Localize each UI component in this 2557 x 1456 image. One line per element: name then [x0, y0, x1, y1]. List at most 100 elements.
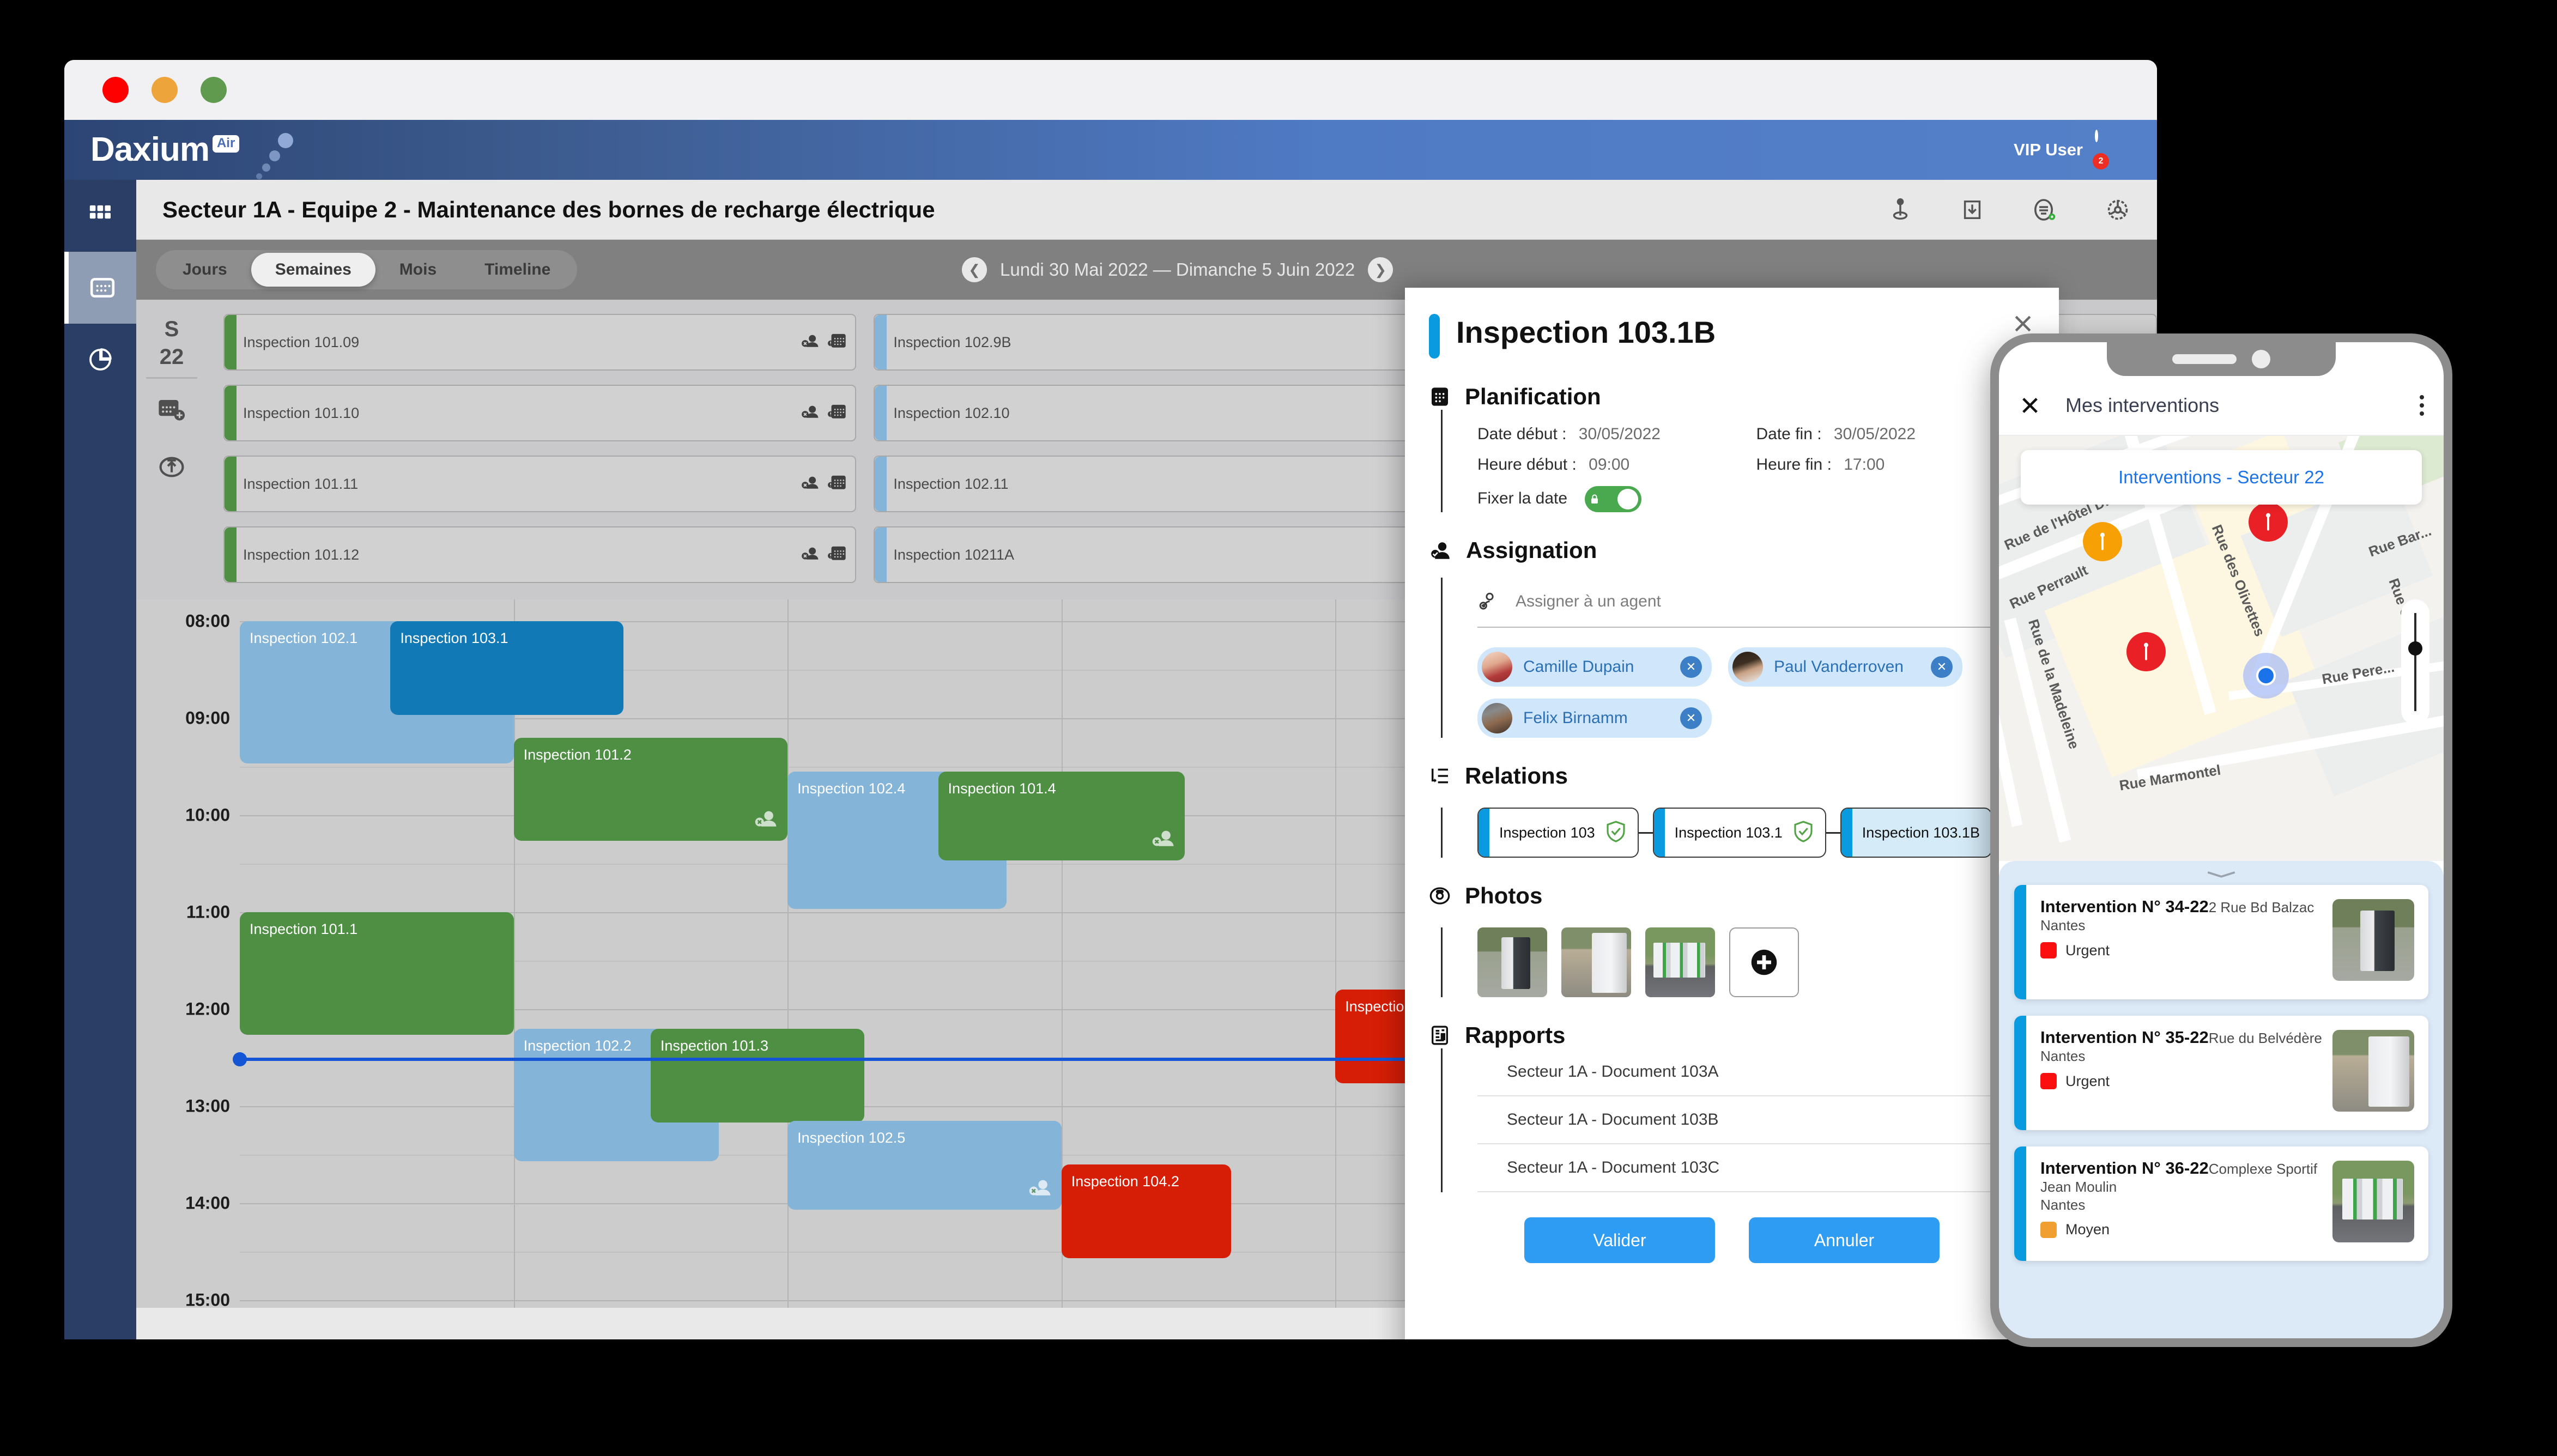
fixer-date-toggle[interactable]: [1585, 486, 1642, 512]
heure-fin-label: Heure fin :: [1756, 456, 1832, 474]
photo-thumbnail[interactable]: [1645, 927, 1715, 997]
tab-semaines[interactable]: Semaines: [251, 253, 375, 287]
date-debut-label: Date début :: [1477, 425, 1567, 443]
calendar-warning-icon: [828, 545, 846, 565]
tab-jours[interactable]: Jours: [159, 253, 251, 287]
chevron-left-icon[interactable]: ❮: [962, 257, 987, 282]
event-label: Inspection 101.3: [660, 1037, 768, 1054]
tab-mois[interactable]: Mois: [375, 253, 460, 287]
map-pin-marker[interactable]: [2126, 632, 2166, 671]
unscheduled-card[interactable]: Inspection 101.12: [223, 526, 857, 583]
more-vertical-icon[interactable]: [2420, 395, 2424, 416]
intervention-thumbnail[interactable]: [2332, 899, 2414, 981]
gear-icon[interactable]: [2105, 197, 2131, 223]
calendar-event[interactable]: Inspection 101.3: [650, 1028, 864, 1123]
section-planification: Planification Date début : 30/05/2022 He…: [1405, 384, 2059, 512]
shield-check-icon: [1792, 820, 1814, 846]
sheet-handle[interactable]: [2204, 870, 2238, 878]
map-zoom-slider[interactable]: [2401, 599, 2429, 725]
map-pin-marker[interactable]: [2083, 522, 2122, 561]
report-row[interactable]: Secteur 1A - Document 103B: [1477, 1096, 2035, 1144]
calendar-event[interactable]: Inspection 101.1: [240, 912, 514, 1035]
calendar-event[interactable]: Inspection 101.2: [513, 737, 788, 841]
heure-fin-value[interactable]: 17:00: [1844, 456, 1885, 474]
tab-timeline[interactable]: Timeline: [460, 253, 574, 287]
sidebar-item-apps[interactable]: [64, 180, 136, 252]
calendar-event[interactable]: Inspection 101.4: [938, 771, 1185, 860]
download-icon[interactable]: [1960, 197, 1985, 222]
app-logo[interactable]: Daxium Air: [64, 133, 240, 167]
report-row[interactable]: Secteur 1A - Document 103A: [1477, 1048, 2035, 1096]
upload-circle-icon[interactable]: [136, 453, 207, 481]
card-label: Inspection 10211A: [893, 546, 1014, 563]
item-body: Intervention N° 34-222 Rue Bd Balzac Nant…: [2026, 885, 2332, 999]
heure-debut-value[interactable]: 09:00: [1589, 456, 1629, 474]
left-rail: [64, 180, 136, 1339]
agent-unassigned-icon: [1028, 1178, 1053, 1202]
close-icon[interactable]: [2019, 394, 2041, 417]
photo-thumbnail[interactable]: [1561, 927, 1631, 997]
unscheduled-card[interactable]: Inspection 101.11: [223, 456, 857, 512]
section-header: Relations: [1429, 763, 2035, 789]
zoom-slider-knob[interactable]: [2408, 641, 2422, 656]
window-close-button[interactable]: [102, 77, 129, 103]
item-color-bar: [2014, 885, 2026, 999]
filter-list-icon[interactable]: [2032, 197, 2058, 223]
intervention-thumbnail[interactable]: [2332, 1030, 2414, 1112]
card-status-icons: [801, 332, 846, 353]
unscheduled-card[interactable]: Inspection 101.10: [223, 385, 857, 441]
priority-swatch: [2040, 1221, 2057, 1238]
remove-agent-icon[interactable]: ✕: [1680, 656, 1702, 678]
close-icon[interactable]: [2011, 312, 2035, 336]
card-color-bar: [225, 386, 237, 440]
intervention-sheet: Intervention N° 34-222 Rue Bd Balzac Nant…: [1999, 861, 2444, 1338]
camera-icon: [2252, 350, 2270, 368]
assign-agent-field[interactable]: Assigner à un agent: [1477, 578, 2035, 628]
photo-strip: [1477, 927, 2035, 997]
section-header: Rapports: [1429, 1022, 2035, 1048]
view-tabs: Jours Semaines Mois Timeline: [156, 250, 578, 289]
section-body: Assigner à un agent Camille Dupain ✕ Paul …: [1441, 578, 2035, 738]
section-photos: Photos: [1405, 883, 2059, 997]
section-title: Relations: [1465, 763, 1568, 788]
relation-chip[interactable]: Inspection 103: [1477, 808, 1639, 858]
intervention-list-item[interactable]: Intervention N° 34-222 Rue Bd Balzac Nant…: [2014, 885, 2428, 999]
intervention-list-item[interactable]: Intervention N° 36-22Complexe Sportif Je…: [2014, 1146, 2428, 1261]
chevron-right-icon[interactable]: ❯: [1368, 257, 1393, 282]
add-photo-button[interactable]: [1729, 927, 1799, 997]
remove-agent-icon[interactable]: ✕: [1931, 656, 1953, 678]
photo-thumbnail[interactable]: [1477, 927, 1547, 997]
sidebar-item-reports[interactable]: [64, 324, 136, 396]
intervention-list-item[interactable]: Intervention N° 35-22Rue du Belvédère Nan…: [2014, 1016, 2428, 1130]
calendar-event[interactable]: Inspection 103.1: [390, 621, 623, 715]
unscheduled-card[interactable]: Inspection 101.09: [223, 314, 857, 371]
card-label: Inspection 101.10: [243, 404, 360, 421]
agent-chip[interactable]: Felix Birnamm ✕: [1477, 699, 1712, 738]
calendar-add-icon[interactable]: [136, 395, 207, 424]
remove-agent-icon[interactable]: ✕: [1680, 707, 1702, 729]
validate-button[interactable]: Valider: [1524, 1217, 1715, 1263]
map-pin-marker[interactable]: [2249, 502, 2288, 542]
calendar-event[interactable]: Inspection 104.2: [1061, 1164, 1232, 1258]
cancel-button[interactable]: Annuler: [1749, 1217, 1940, 1263]
relation-chip[interactable]: Inspection 103.1: [1652, 808, 1826, 858]
map-view[interactable]: Interventions - Secteur 22 Rue de l'Hôte…: [1999, 436, 2444, 861]
intervention-thumbnail[interactable]: [2332, 1161, 2414, 1242]
date-fin-value[interactable]: 30/05/2022: [1834, 425, 1916, 443]
agent-chip[interactable]: Camille Dupain ✕: [1477, 647, 1712, 687]
window-maximize-button[interactable]: [201, 77, 227, 103]
card-label: Inspection 102.11: [893, 475, 1009, 492]
window-minimize-button[interactable]: [152, 77, 178, 103]
map-filter-chip[interactable]: Interventions - Secteur 22: [2021, 450, 2422, 505]
agent-name: Felix Birnamm: [1523, 709, 1628, 727]
panel-accent-bar: [1429, 314, 1440, 359]
calendar-event[interactable]: Inspection 102.5: [787, 1120, 1062, 1210]
report-row[interactable]: Secteur 1A - Document 103C: [1477, 1144, 2035, 1192]
relation-chip[interactable]: Inspection 103.1B: [1840, 808, 1992, 858]
agent-chip[interactable]: Paul Vanderroven ✕: [1728, 647, 1962, 687]
user-area[interactable]: VIP User 2: [2014, 120, 2132, 180]
avatar[interactable]: 2: [2093, 130, 2132, 169]
date-debut-value[interactable]: 30/05/2022: [1579, 425, 1661, 443]
sidebar-item-calendar[interactable]: [64, 252, 136, 324]
location-pin-icon[interactable]: [1888, 197, 1913, 222]
